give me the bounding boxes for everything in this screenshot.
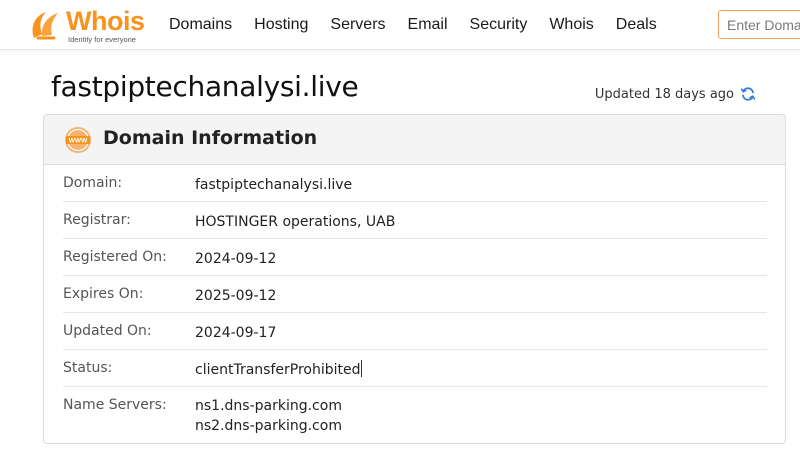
- svg-text:WWW: WWW: [69, 138, 88, 145]
- name-servers-value: ns1.dns-parking.com ns2.dns-parking.com: [195, 396, 342, 436]
- status-value[interactable]: clientTransferProhibited: [195, 360, 363, 380]
- domain-search-input[interactable]: [718, 10, 800, 39]
- row-value: fastpiptechanalysi.live: [195, 177, 353, 193]
- refresh-icon[interactable]: [740, 86, 756, 102]
- row-value: 2024-09-17: [195, 325, 277, 341]
- name-server-1: ns1.dns-parking.com: [195, 398, 342, 414]
- nav-item-email[interactable]: Email: [408, 14, 448, 36]
- nav-item-deals[interactable]: Deals: [616, 14, 657, 36]
- last-updated-text: Updated 18 days ago: [594, 86, 734, 102]
- nav-item-servers[interactable]: Servers: [330, 14, 385, 36]
- row-label: Domain:: [63, 175, 123, 191]
- table-row: Registered On: 2024-09-12: [63, 239, 767, 276]
- nav-item-hosting[interactable]: Hosting: [254, 14, 308, 36]
- table-row: Updated On: 2024-09-17: [63, 313, 767, 350]
- card-title: Domain Information: [103, 127, 318, 149]
- nav-item-security[interactable]: Security: [470, 14, 528, 36]
- table-row: Domain: fastpiptechanalysi.live: [63, 165, 767, 202]
- page-title: fastpiptechanalysi.live: [51, 70, 359, 103]
- domain-info-table: Domain: fastpiptechanalysi.live Registra…: [63, 165, 767, 443]
- row-value: HOSTINGER operations, UAB: [195, 214, 396, 230]
- table-row: Name Servers: ns1.dns-parking.com ns2.dn…: [63, 387, 767, 443]
- last-updated: Updated 18 days ago: [595, 86, 756, 102]
- top-header: Whois Identity for everyone Domains Host…: [0, 0, 800, 50]
- row-value: 2024-09-12: [195, 251, 277, 267]
- row-value: 2025-09-12: [195, 288, 277, 304]
- row-label: Expires On:: [63, 286, 144, 302]
- domain-information-card: WWW Domain Information Domain: fastpipte…: [43, 114, 786, 444]
- row-label: Updated On:: [63, 323, 152, 339]
- nav-item-whois[interactable]: Whois: [549, 14, 593, 36]
- name-server-2: ns2.dns-parking.com: [195, 418, 342, 434]
- table-row: Expires On: 2025-09-12: [63, 276, 767, 313]
- row-label: Registered On:: [63, 249, 167, 265]
- nav-item-domains[interactable]: Domains: [169, 14, 232, 36]
- row-label: Name Servers:: [63, 397, 167, 413]
- table-row: Registrar: HOSTINGER operations, UAB: [63, 202, 767, 239]
- status-text: clientTransferProhibited: [195, 362, 361, 378]
- logo-wordmark: Whois: [66, 6, 145, 36]
- card-header: WWW Domain Information: [44, 115, 785, 165]
- whois-logo-icon: [32, 12, 58, 40]
- logo-tagline: Identity for everyone: [68, 35, 136, 44]
- www-icon: WWW: [65, 127, 91, 153]
- main-nav: Domains Hosting Servers Email Security W…: [169, 14, 657, 36]
- row-label: Registrar:: [63, 212, 131, 228]
- whois-logo[interactable]: Whois Identity for everyone: [28, 6, 148, 44]
- row-label: Status:: [63, 360, 113, 376]
- table-row: Status: clientTransferProhibited: [63, 350, 767, 387]
- text-cursor: [361, 360, 363, 377]
